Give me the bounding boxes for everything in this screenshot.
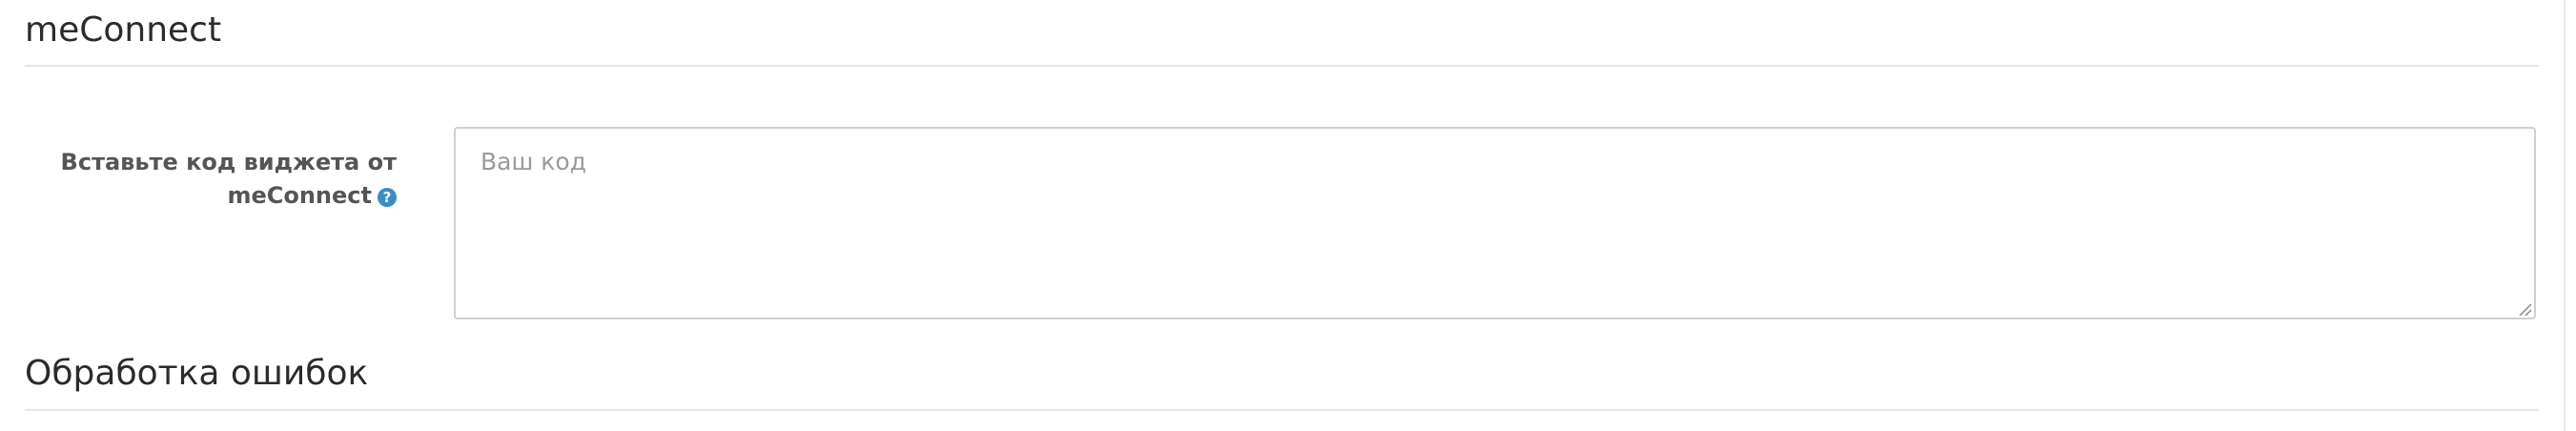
- help-icon[interactable]: ?: [378, 188, 397, 207]
- widget-code-label-text: Вставьте код виджета от meConnect: [60, 149, 397, 209]
- settings-panel: meConnect Вставьте код виджета от meConn…: [0, 0, 2576, 431]
- section-title-error-handling: Обработка ошибок: [25, 354, 369, 393]
- section-divider: [25, 409, 2539, 411]
- scrollbar-edge: [2564, 0, 2566, 431]
- resize-handle-icon[interactable]: [2517, 301, 2532, 317]
- widget-code-label: Вставьте код виджета от meConnect?: [38, 146, 397, 213]
- widget-code-textarea[interactable]: [454, 127, 2536, 319]
- section-title-meconnect: meConnect: [25, 10, 222, 50]
- section-divider: [25, 65, 2539, 67]
